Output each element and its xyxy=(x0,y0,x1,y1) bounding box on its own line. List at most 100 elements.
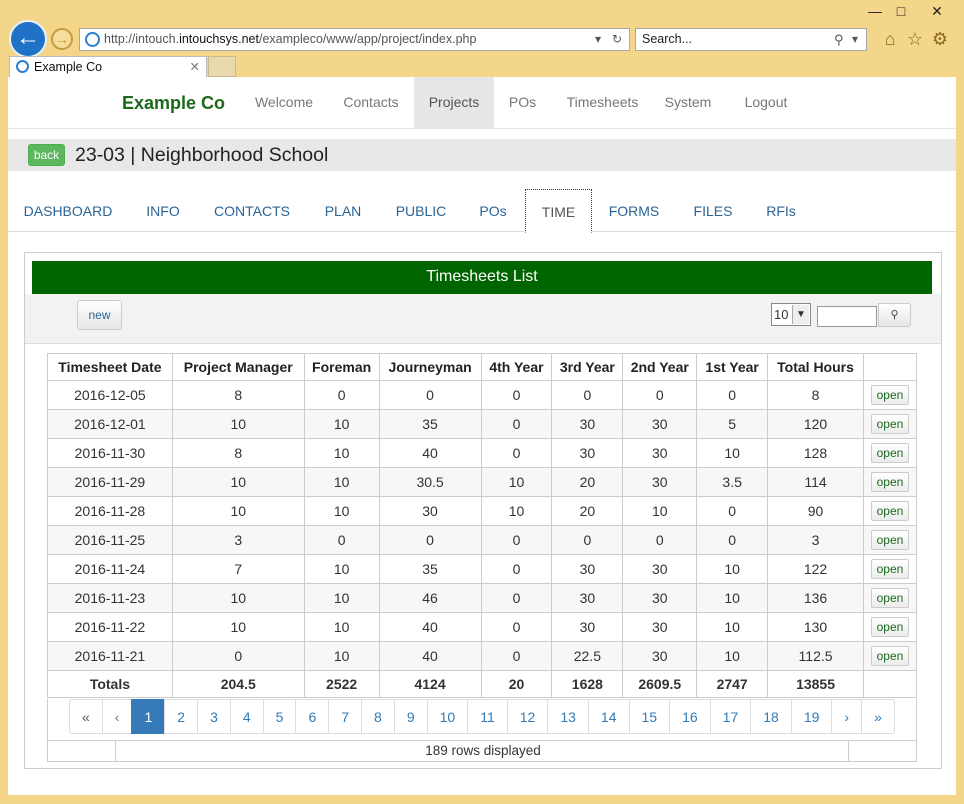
tab-rfis[interactable]: RFIs xyxy=(760,189,802,232)
forward-arrow-icon[interactable]: → xyxy=(51,28,73,50)
settings-gear-icon[interactable]: ⚙ xyxy=(929,28,951,50)
nav-projects[interactable]: Projects xyxy=(414,77,494,128)
address-bar[interactable]: http://intouch.intouchsys.net/exampleco/… xyxy=(79,28,630,51)
action-cell: open xyxy=(862,612,918,642)
open-button[interactable]: open xyxy=(870,617,909,637)
open-button[interactable]: open xyxy=(870,443,909,463)
hours-cell: 30 xyxy=(622,554,698,584)
col-header[interactable]: Foreman xyxy=(303,353,380,381)
col-header[interactable]: 2nd Year xyxy=(622,353,698,381)
page-link[interactable]: 15 xyxy=(628,699,671,734)
page-link[interactable]: 2 xyxy=(164,699,199,734)
nav-system[interactable]: System xyxy=(654,77,722,128)
tab-time[interactable]: TIME xyxy=(525,189,592,233)
tab-forms[interactable]: FORMS xyxy=(604,189,664,232)
tab-contacts[interactable]: CONTACTS xyxy=(204,189,300,232)
tab-public[interactable]: PUBLIC xyxy=(388,189,454,232)
date-cell: 2016-11-25 xyxy=(47,525,173,555)
tab-dashboard[interactable]: DASHBOARD xyxy=(16,189,120,232)
last-page-button[interactable]: » xyxy=(861,699,895,734)
page-link[interactable]: 9 xyxy=(393,699,428,734)
nav-contacts[interactable]: Contacts xyxy=(328,77,414,128)
col-header[interactable]: 4th Year xyxy=(480,353,553,381)
open-button[interactable]: open xyxy=(870,530,909,550)
search-dropdown-icon[interactable]: ▾ xyxy=(852,29,858,50)
nav-pos[interactable]: POs xyxy=(494,77,551,128)
refresh-icon[interactable]: ↻ xyxy=(612,29,622,50)
hours-cell: 3.5 xyxy=(696,467,769,497)
col-header[interactable]: Timesheet Date xyxy=(47,353,173,381)
page-link[interactable]: 6 xyxy=(295,699,330,734)
page-link[interactable]: 1 xyxy=(131,699,166,734)
open-button[interactable]: open xyxy=(870,588,909,608)
table-row: 2016-11-23 10 10 46 0 30 30 10 136 open xyxy=(47,583,918,613)
home-icon[interactable]: ⌂ xyxy=(879,28,901,50)
page-link[interactable]: 8 xyxy=(361,699,395,734)
hours-cell: 10 xyxy=(696,583,769,613)
search-icon[interactable]: ⚲ xyxy=(834,29,844,50)
browser-search-box[interactable]: Search... ⚲ ▾ xyxy=(635,28,867,51)
page-link[interactable]: 5 xyxy=(262,699,297,734)
hours-cell: 120 xyxy=(767,409,864,439)
pagination: «‹ 1 2 3 4 5 6 7 8 9 10 11 12 13 14 15 16 17 18 19 ›» xyxy=(69,699,895,734)
col-header[interactable]: Total Hours xyxy=(767,353,864,381)
back-arrow-icon[interactable]: ← xyxy=(9,20,47,58)
page-link[interactable]: 7 xyxy=(328,699,363,734)
page-link[interactable]: 17 xyxy=(709,699,752,734)
dropdown-arrow-icon[interactable]: ▾ xyxy=(595,29,601,50)
open-button[interactable]: open xyxy=(870,385,909,405)
open-button[interactable]: open xyxy=(870,414,909,434)
brand-logo[interactable]: Example Co xyxy=(122,93,225,114)
page-link[interactable]: 19 xyxy=(790,699,833,734)
page-link[interactable]: 3 xyxy=(197,699,231,734)
new-timesheet-button[interactable]: new xyxy=(77,300,122,330)
page-link[interactable]: 16 xyxy=(669,699,711,734)
tab-files[interactable]: FILES xyxy=(688,189,738,232)
nav-timesheets[interactable]: Timesheets xyxy=(551,77,654,128)
close-tab-icon[interactable]: ✕ xyxy=(190,57,200,77)
back-button[interactable]: back xyxy=(28,144,65,166)
hours-cell: 10 xyxy=(171,409,305,439)
page-size-value: 10 xyxy=(774,307,789,322)
tab-plan[interactable]: PLAN xyxy=(314,189,372,232)
page-size-select[interactable]: 10 ▼ xyxy=(771,303,811,326)
browser-tab[interactable]: Example Co ✕ xyxy=(9,56,207,77)
nav-welcome[interactable]: Welcome xyxy=(240,77,328,128)
table-row: 2016-11-25 3 0 0 0 0 0 0 3 open xyxy=(47,525,918,555)
page-link[interactable]: 18 xyxy=(750,699,792,734)
page-link[interactable]: 12 xyxy=(506,699,549,734)
filter-input[interactable] xyxy=(817,306,877,327)
nav-logout[interactable]: Logout xyxy=(722,77,810,128)
favorites-star-icon[interactable]: ☆ xyxy=(904,28,926,50)
action-cell: open xyxy=(862,380,918,410)
new-tab-button[interactable] xyxy=(208,56,236,77)
page-link[interactable]: 10 xyxy=(426,699,469,734)
magnifier-icon: ⚲ xyxy=(890,309,899,321)
open-button[interactable]: open xyxy=(870,501,909,521)
col-header[interactable]: Project Manager xyxy=(171,353,305,381)
next-page-button[interactable]: › xyxy=(831,699,863,734)
open-button[interactable]: open xyxy=(870,646,909,666)
close-window-button[interactable]: ✕ xyxy=(914,0,960,22)
tab-info[interactable]: INFO xyxy=(135,189,191,232)
open-button[interactable]: open xyxy=(870,472,909,492)
date-cell: 2016-11-30 xyxy=(47,438,173,468)
tab-pos[interactable]: POs xyxy=(472,189,514,232)
table-row: 2016-11-24 7 10 35 0 30 30 10 122 open xyxy=(47,554,918,584)
maximize-button[interactable]: □ xyxy=(884,0,918,22)
page-viewport: Example Co Welcome Contacts Projects POs… xyxy=(8,77,956,795)
open-button[interactable]: open xyxy=(870,559,909,579)
page-link[interactable]: 13 xyxy=(547,699,589,734)
hours-cell: 10 xyxy=(303,612,380,642)
page-link[interactable]: 14 xyxy=(587,699,630,734)
first-page-button[interactable]: « xyxy=(69,699,103,734)
page-link[interactable]: 11 xyxy=(467,699,508,734)
col-header[interactable]: 1st Year xyxy=(696,353,769,381)
search-button[interactable]: ⚲ xyxy=(878,303,911,327)
prev-page-button[interactable]: ‹ xyxy=(101,699,133,734)
col-header[interactable]: Journeyman xyxy=(378,353,482,381)
page-link[interactable]: 4 xyxy=(229,699,264,734)
hours-cell: 30 xyxy=(551,554,624,584)
col-header[interactable]: 3rd Year xyxy=(551,353,624,381)
hours-cell: 10 xyxy=(303,467,380,497)
